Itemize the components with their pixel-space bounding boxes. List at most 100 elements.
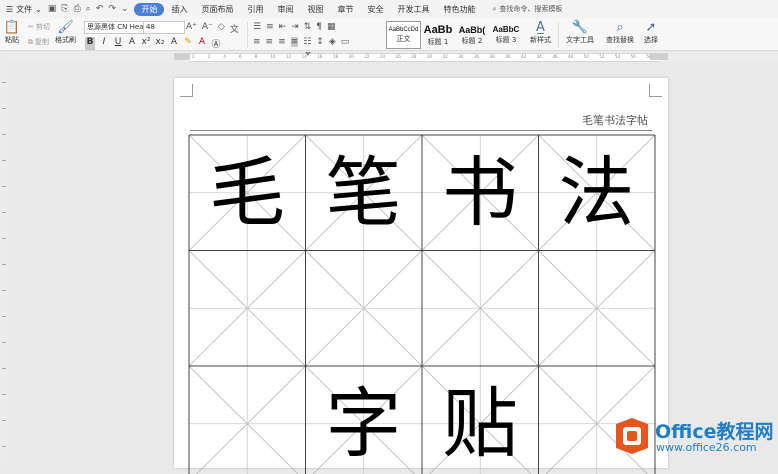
calligraphy-character: 字 <box>325 379 402 468</box>
ruler-tick-label: 56 <box>630 54 636 59</box>
ruler-tick <box>2 394 6 395</box>
underline-button[interactable]: U <box>113 37 123 50</box>
document-page[interactable]: 毛笔书法字帖 毛笔书法字贴 <box>174 78 668 474</box>
tab-view[interactable]: 视图 <box>300 3 330 16</box>
clear-format-icon[interactable]: ◇ <box>218 22 225 35</box>
find-replace-button[interactable]: ⌕ 查找替换 <box>606 20 634 45</box>
superscript-button[interactable]: x² <box>141 37 151 50</box>
tab-special-features[interactable]: 特色功能 <box>436 3 482 16</box>
ruler-tick <box>2 134 6 135</box>
numbering-icon[interactable]: ≡ <box>266 22 274 32</box>
highlight-button[interactable]: ✎ <box>183 37 193 50</box>
ruler-tick-label: 2 <box>207 54 211 59</box>
text-effect-button[interactable]: A <box>169 37 179 50</box>
sort-icon[interactable]: ⇅ <box>304 22 312 32</box>
bold-button[interactable]: B <box>85 37 95 50</box>
justify-icon[interactable]: ≡ <box>290 37 299 47</box>
shading-icon[interactable]: ◈ <box>329 37 336 47</box>
horizontal-ruler[interactable]: 2 2 4 6 8 10 12 14 16 18 20 22 24 26 28 30 32 34 36 38 40 42 4… <box>0 51 778 62</box>
format-painter-button[interactable]: 🖌 格式刷 <box>55 20 76 45</box>
decrease-indent-icon[interactable]: ⇤ <box>279 22 287 32</box>
copy-button[interactable]: ⧉ 复制 <box>28 37 49 47</box>
ruler-tick-label: 4 <box>223 54 226 59</box>
menu-bar: ☰ 文件 ⌄ ▣ ⎘ ⎙ ⌕ ↶ ↷ ⌄ 开始 插入 页面布局 引用 审阅 视图… <box>0 0 778 18</box>
chevron-down-icon: ⌄ <box>35 4 42 14</box>
tab-references[interactable]: 引用 <box>240 3 270 16</box>
select-button[interactable]: ➚ 选择 <box>643 20 659 45</box>
print-preview-icon[interactable]: ⌕ <box>86 4 91 14</box>
format-painter-label: 格式刷 <box>55 36 76 44</box>
font-size-select[interactable]: 48 <box>143 21 185 34</box>
tab-insert[interactable]: 插入 <box>164 3 194 16</box>
style-sample: AaBbC <box>492 25 520 34</box>
file-menu[interactable]: ☰ 文件 ⌄ <box>0 4 48 15</box>
tab-home[interactable]: 开始 <box>134 2 165 16</box>
ruler-tick-label: 42 <box>521 54 527 59</box>
subscript-button[interactable]: x₂ <box>155 37 165 50</box>
vertical-ruler[interactable] <box>0 62 8 465</box>
italic-button[interactable]: I <box>99 37 109 50</box>
calligraphy-character: 书 <box>442 148 518 237</box>
tab-developer[interactable]: 开发工具 <box>390 3 436 16</box>
wrench-icon: 🔧 <box>571 20 589 35</box>
customize-icon[interactable]: ⌄ <box>121 4 129 14</box>
new-style-icon: A̲ <box>536 20 545 35</box>
ruler-tick <box>2 316 6 317</box>
align-left-icon[interactable]: ≡ <box>253 37 261 47</box>
grow-font-icon[interactable]: A⁺ <box>186 22 197 35</box>
separator <box>558 22 559 48</box>
shrink-font-icon[interactable]: A⁻ <box>202 22 213 35</box>
ruler-tick-label: 6 <box>239 54 242 59</box>
style-heading-3[interactable]: AaBbC 标题 3 <box>489 21 523 49</box>
page-header-title: 毛笔书法字帖 <box>582 114 648 127</box>
show-marks-icon[interactable]: ¶ <box>316 22 322 32</box>
tab-page-layout[interactable]: 页面布局 <box>194 3 240 16</box>
bullets-icon[interactable]: ☰ <box>253 22 261 32</box>
ruler-tick-label: 18 <box>333 54 339 59</box>
distribute-icon[interactable]: ☷ <box>303 37 311 47</box>
indent-marker[interactable] <box>305 52 311 56</box>
header-divider <box>190 130 652 131</box>
quick-access-toolbar: ▣ ⎘ ⎙ ⌕ ↶ ↷ ⌄ <box>48 4 135 14</box>
ruler-tick-label: 34 <box>458 54 464 59</box>
ruler-tick-label: 16 <box>317 54 323 59</box>
save-icon[interactable]: ▣ <box>48 4 57 14</box>
increase-indent-icon[interactable]: ⇥ <box>291 22 299 32</box>
tab-security[interactable]: 安全 <box>360 3 390 16</box>
style-normal[interactable]: AaBbCcDd 正文 <box>386 21 421 49</box>
align-right-icon[interactable]: ≡ <box>278 37 286 47</box>
print-icon[interactable]: ⎙ <box>74 4 81 14</box>
style-heading-2[interactable]: AaBb( 标题 2 <box>455 21 489 49</box>
undo-icon[interactable]: ↶ <box>96 4 104 14</box>
paste-button[interactable]: 📋 粘贴 <box>4 20 20 45</box>
command-search[interactable]: ⌕ 查找命令、搜索模板 <box>482 4 562 14</box>
search-icon: ⌕ <box>492 4 497 13</box>
find-replace-label: 查找替换 <box>606 36 634 44</box>
line-spacing-icon[interactable]: ↕ <box>316 37 324 47</box>
ruler-tick-label: 46 <box>552 54 558 59</box>
align-center-icon[interactable]: ≡ <box>266 37 274 47</box>
ruler-tick-label: 54 <box>615 54 621 59</box>
ruler-tick-label: 8 <box>254 54 258 59</box>
export-pdf-icon[interactable]: ⎘ <box>61 4 68 14</box>
page-corner-mark <box>649 84 662 97</box>
phonetic-icon[interactable]: 文 <box>230 22 239 35</box>
style-heading-1[interactable]: AaBb 标题 1 <box>421 21 455 49</box>
tab-review[interactable]: 审阅 <box>270 3 300 16</box>
cut-button[interactable]: ✂ 剪切 <box>28 22 50 32</box>
tab-section[interactable]: 章节 <box>330 3 360 16</box>
redo-icon[interactable]: ↷ <box>108 4 116 14</box>
strikethrough-button[interactable]: A <box>127 37 137 50</box>
command-search-label: 查找命令、搜索模板 <box>499 5 563 13</box>
font-color-button[interactable]: A <box>197 37 207 50</box>
font-name-select[interactable]: 思源黑体 CN Hea <box>84 21 145 34</box>
style-label: 标题 2 <box>461 36 483 45</box>
ruler-tick <box>2 264 6 265</box>
style-sample: AaBbCcDd <box>388 26 419 33</box>
text-tools-button[interactable]: 🔧 文字工具 <box>566 20 594 45</box>
borders-icon[interactable]: ▭ <box>341 37 350 47</box>
char-border-button[interactable]: Ⓐ <box>211 37 221 50</box>
calligraphy-character: 法 <box>558 148 635 237</box>
new-style-button[interactable]: A̲ 新样式 <box>530 20 551 45</box>
table-icon[interactable]: ▦ <box>327 22 336 32</box>
